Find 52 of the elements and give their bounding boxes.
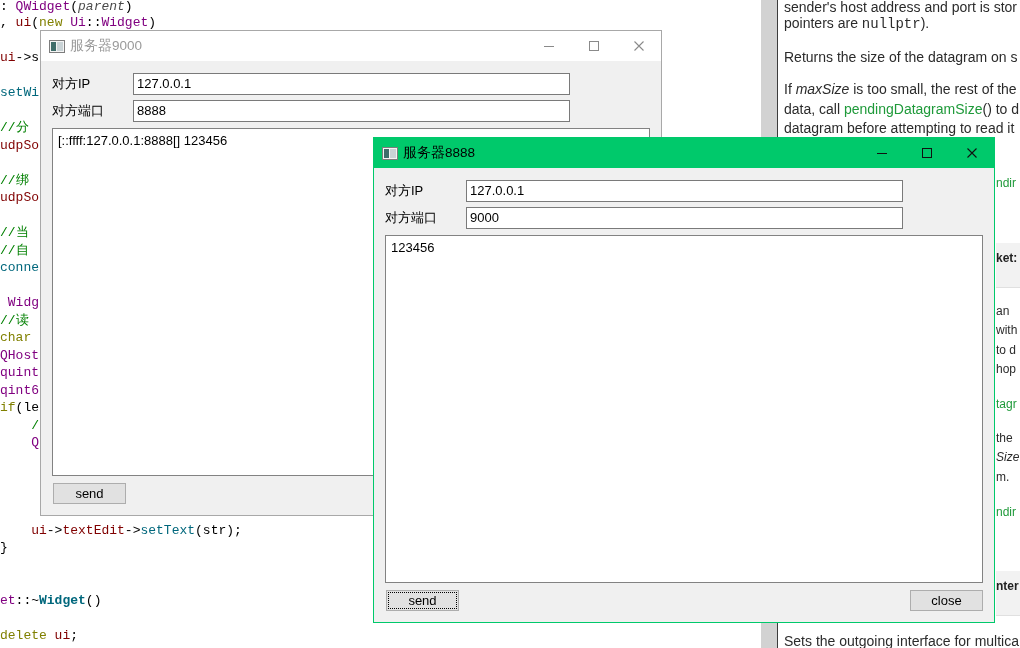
doc-link[interactable]: ndir — [996, 502, 1016, 522]
message-area[interactable]: 123456 — [385, 235, 983, 583]
doc-paragraph: Sets the outgoing interface for multica — [784, 633, 1020, 648]
code-line: } — [0, 539, 8, 557]
text-field[interactable]: 127.0.0.1 — [466, 180, 903, 202]
text-field[interactable]: 9000 — [466, 207, 903, 229]
code-line: setWi — [0, 84, 39, 102]
doc-paragraph: Returns the size of the datagram on s — [784, 47, 1019, 67]
doc-link[interactable]: pendingDatagramSize — [843, 100, 983, 117]
code-line: Widg — [6, 294, 39, 312]
code-line: conne — [0, 259, 39, 277]
minimize-icon[interactable] — [876, 152, 887, 154]
code-line: Q — [30, 434, 39, 452]
code-line: delete ui; — [0, 626, 79, 644]
code-line: et::~Widget() — [0, 591, 102, 609]
dialog-button[interactable]: send — [386, 590, 459, 611]
code-line: quint — [0, 364, 39, 382]
code-line: char — [0, 329, 32, 347]
code-line: qint6 — [0, 381, 39, 399]
dialog-button[interactable]: close — [910, 590, 983, 611]
code-line: / — [30, 416, 39, 434]
window-icon — [382, 146, 398, 160]
code-line: ui->s — [0, 49, 39, 67]
code-line: //读 — [0, 311, 29, 329]
window-title: 服务器8888 — [403, 144, 476, 162]
code-line: //分 — [0, 119, 29, 137]
code-line: if(le — [0, 399, 39, 417]
code-line: , ui(new Ui::Widget) — [0, 14, 157, 32]
field-label: 对方端口 — [385, 209, 437, 227]
code-line: //自 — [0, 241, 29, 259]
code-line: //当 — [0, 224, 29, 242]
code-line: udpSo — [0, 136, 39, 154]
doc-paragraph: If maxSize is too small, the rest of the data, call pendingDatagramSize() to d datagram before attempting to read it — [784, 80, 1020, 138]
function-heading: ket: — [996, 242, 1020, 288]
code-line: udpSo — [0, 189, 39, 207]
doc-link[interactable]: ndir — [996, 174, 1016, 194]
doc-link[interactable]: tagr — [996, 395, 1017, 415]
code-line: //绑 — [0, 171, 29, 189]
maximize-icon[interactable] — [921, 148, 932, 158]
doc-paragraph: an with to d hop — [996, 302, 1018, 378]
function-heading: nter — [996, 571, 1020, 616]
doc-paragraph: the Size m. — [996, 429, 1020, 486]
doc-paragraph: sender's host address and port is stor pointers are nullptr). — [784, 0, 1019, 34]
field-label: 对方端口 — [52, 102, 104, 120]
close-icon[interactable] — [966, 148, 977, 158]
code-line: QHost — [0, 346, 39, 364]
field-label: 对方IP — [385, 182, 424, 200]
code-line: ui->textEdit->setText(str); — [30, 521, 242, 539]
window-icon — [49, 39, 65, 53]
field-label: 对方IP — [52, 75, 91, 93]
code-line: : QWidget(parent) — [0, 0, 133, 14]
window-title: 服务器9000 — [70, 37, 143, 55]
